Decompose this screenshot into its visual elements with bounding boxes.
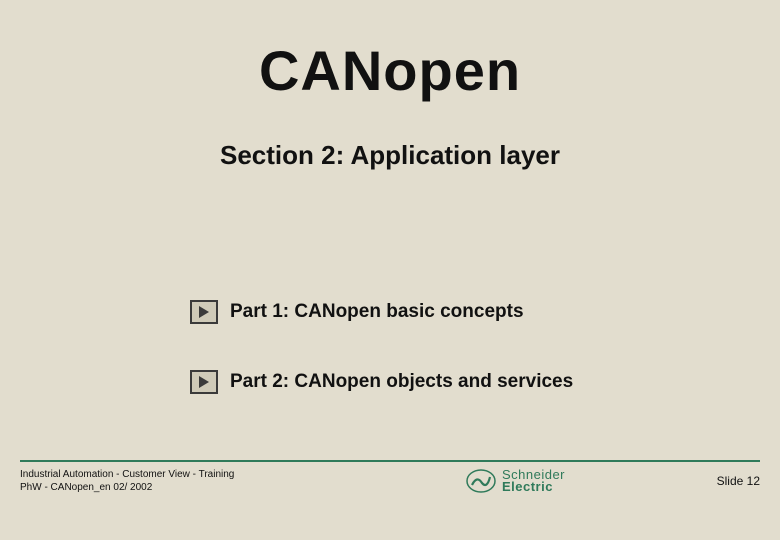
nav-item-label: Part 1: CANopen basic concepts	[230, 301, 524, 323]
slide-number: Slide 12	[717, 474, 760, 488]
nav-item-part1[interactable]: Part 1: CANopen basic concepts	[190, 300, 524, 324]
slide-title: CANopen	[0, 38, 780, 103]
footer-divider	[20, 460, 760, 462]
slide-container: CANopen Section 2: Application layer Par…	[0, 0, 780, 540]
footer: Industrial Automation - Customer View - …	[20, 468, 760, 494]
slide-subtitle: Section 2: Application layer	[0, 140, 780, 171]
footer-line2: PhW - CANopen_en 02/ 2002	[20, 481, 234, 494]
footer-line1: Industrial Automation - Customer View - …	[20, 468, 234, 481]
schneider-logo-text: Schneider Electric	[502, 469, 565, 494]
nav-item-part2[interactable]: Part 2: CANopen objects and services	[190, 370, 573, 394]
nav-item-label: Part 2: CANopen objects and services	[230, 371, 573, 393]
schneider-logo-mark	[466, 469, 496, 493]
play-icon	[190, 300, 218, 324]
play-icon	[190, 370, 218, 394]
schneider-logo: Schneider Electric	[466, 469, 565, 494]
logo-text-bottom: Electric	[502, 481, 565, 493]
footer-left: Industrial Automation - Customer View - …	[20, 468, 234, 494]
